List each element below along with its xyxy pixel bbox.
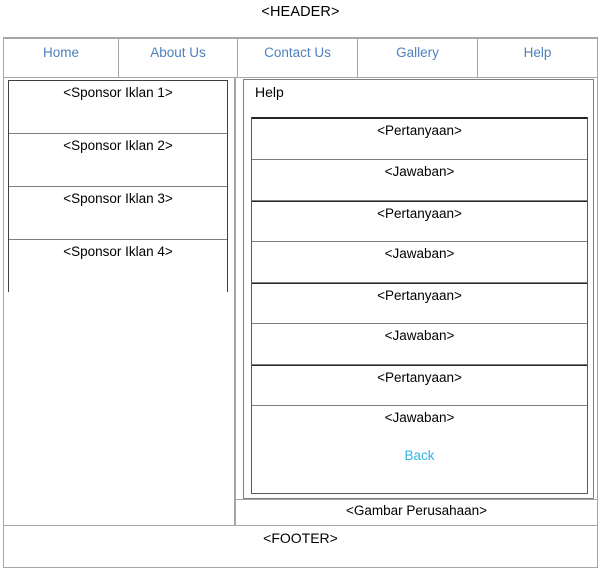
back-link[interactable]: Back xyxy=(404,447,434,465)
faq-answer-row: <Jawaban> xyxy=(252,242,587,283)
nav-item-about-us-label: About Us xyxy=(150,45,206,60)
faq-question-row[interactable]: <Pertanyaan> xyxy=(252,119,587,160)
nav-item-help-label: Help xyxy=(523,45,552,60)
faq-answer-row: <Jawaban> Back xyxy=(252,406,587,485)
faq-answer-label: <Jawaban> xyxy=(384,246,455,261)
nav-item-contact-us[interactable]: Contact Us xyxy=(238,39,358,77)
sponsor-ad-list: <Sponsor Iklan 1> <Sponsor Iklan 2> <Spo… xyxy=(8,80,228,294)
company-image-label: <Gambar Perusahaan> xyxy=(345,503,488,518)
sponsor-ad-item[interactable]: <Sponsor Iklan 1> xyxy=(9,81,227,134)
faq-answer-row: <Jawaban> xyxy=(252,324,587,365)
sponsor-ad-item[interactable]: <Sponsor Iklan 2> xyxy=(9,134,227,187)
help-panel-title: Help xyxy=(255,84,284,100)
footer-label: <FOOTER> xyxy=(263,530,338,546)
sponsor-ad-label: <Sponsor Iklan 4> xyxy=(63,244,173,259)
nav-item-help[interactable]: Help xyxy=(478,39,597,77)
faq-question-label: <Pertanyaan> xyxy=(377,370,462,385)
faq-question-label: <Pertanyaan> xyxy=(377,206,462,221)
page-header: <HEADER> xyxy=(3,0,598,37)
faq-question-row[interactable]: <Pertanyaan> xyxy=(252,201,587,242)
nav-item-home[interactable]: Home xyxy=(4,39,119,77)
sponsor-ad-label: <Sponsor Iklan 2> xyxy=(63,138,173,153)
faq-question-row[interactable]: <Pertanyaan> xyxy=(252,365,587,406)
nav-item-home-label: Home xyxy=(42,45,79,60)
company-image-placeholder: <Gambar Perusahaan> xyxy=(235,499,598,525)
sponsor-ad-item[interactable]: <Sponsor Iklan 4> xyxy=(9,240,227,294)
faq-answer-label: <Jawaban> xyxy=(384,164,455,179)
faq-question-label: <Pertanyaan> xyxy=(377,123,462,138)
faq-question-row[interactable]: <Pertanyaan> xyxy=(252,283,587,324)
sponsor-ad-item[interactable]: <Sponsor Iklan 3> xyxy=(9,187,227,240)
wireframe-page: <HEADER> Home About Us Contact Us Galler… xyxy=(0,0,601,576)
faq-answer-label: <Jawaban> xyxy=(384,410,455,425)
faq-answer-content: <Jawaban> Back xyxy=(252,409,587,465)
nav-item-about-us[interactable]: About Us xyxy=(119,39,238,77)
faq-table: <Pertanyaan> <Jawaban> <Pertanyaan> <Jaw… xyxy=(251,117,588,494)
page-footer: <FOOTER> xyxy=(3,525,598,568)
nav-item-gallery-label: Gallery xyxy=(396,45,439,60)
nav-item-gallery[interactable]: Gallery xyxy=(358,39,478,77)
nav-item-contact-us-label: Contact Us xyxy=(264,45,331,60)
faq-answer-row: <Jawaban> xyxy=(252,160,587,201)
faq-answer-label: <Jawaban> xyxy=(384,328,455,343)
sponsor-ad-label: <Sponsor Iklan 1> xyxy=(63,85,173,100)
sponsor-ad-label: <Sponsor Iklan 3> xyxy=(63,191,173,206)
header-title: <HEADER> xyxy=(261,4,340,20)
faq-question-label: <Pertanyaan> xyxy=(377,288,462,303)
main-navigation: Home About Us Contact Us Gallery Help xyxy=(3,37,598,78)
